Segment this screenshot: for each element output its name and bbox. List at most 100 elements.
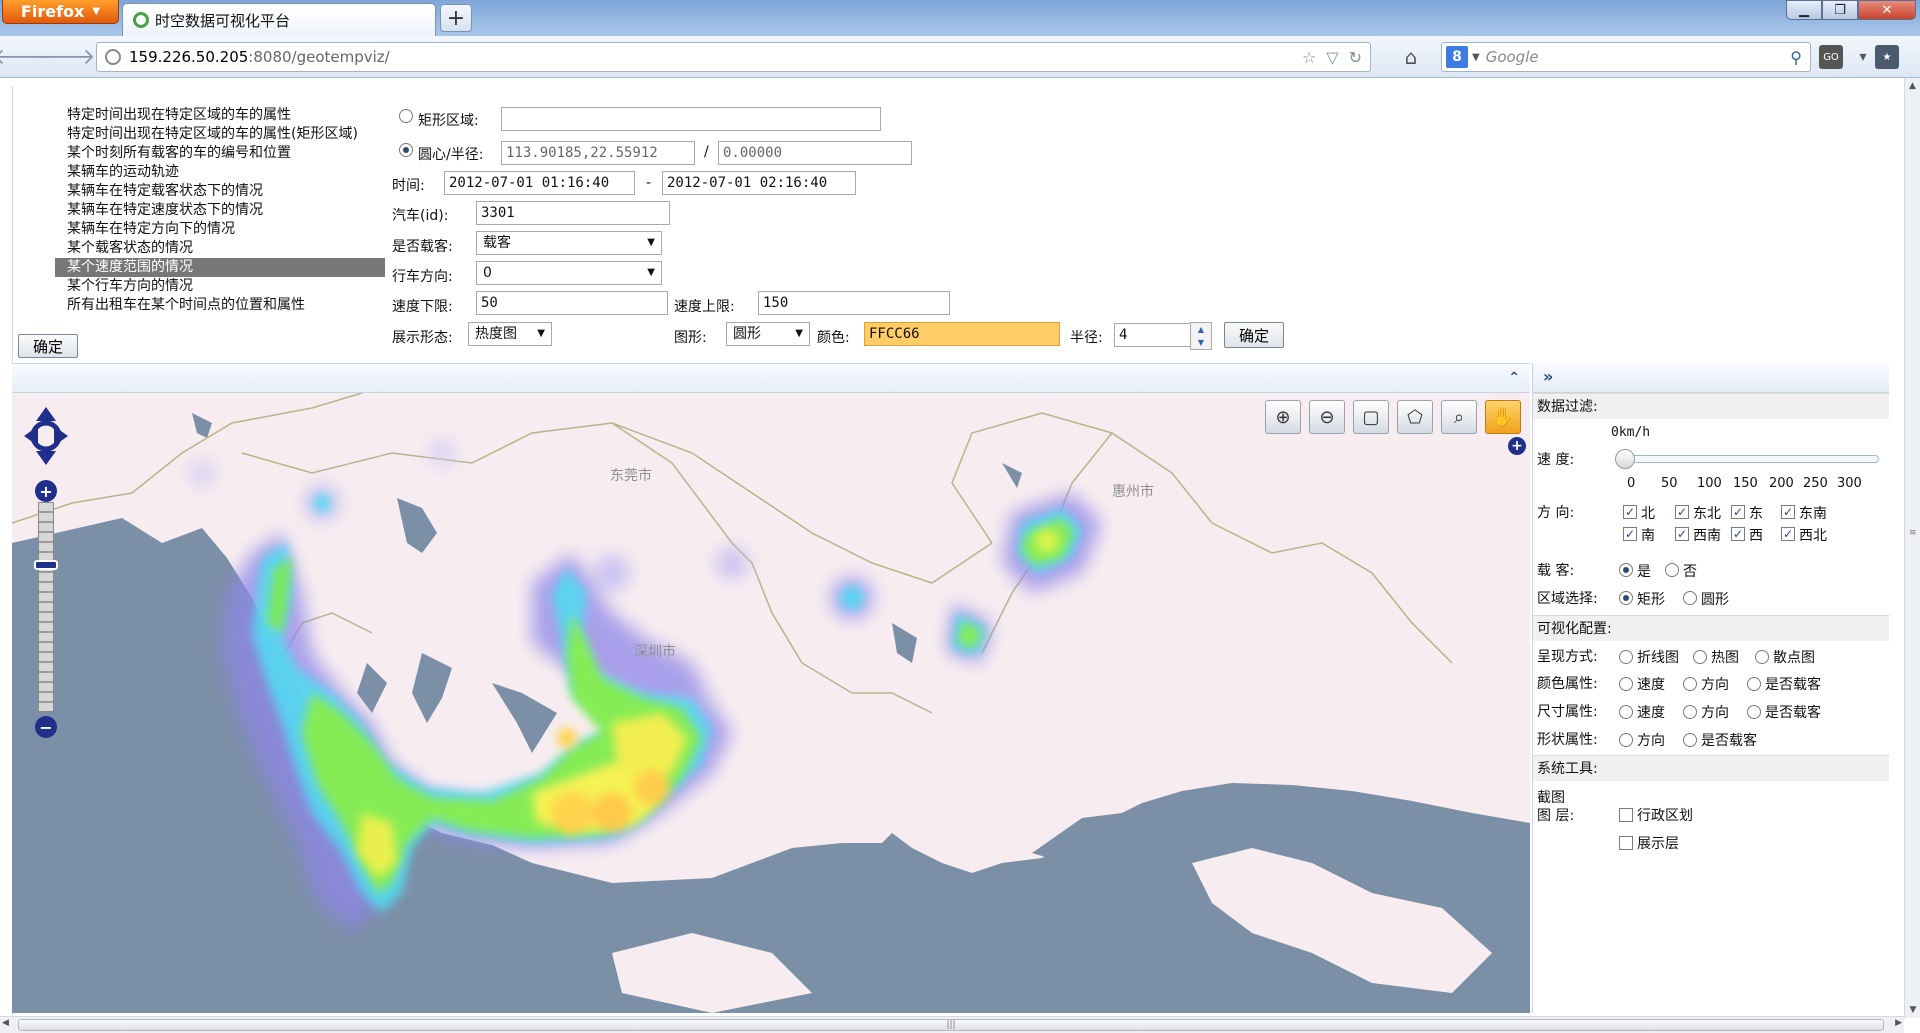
- query-list-item[interactable]: 特定时间出现在特定区域的车的属性(矩形区域): [55, 125, 385, 144]
- bookmark-star-icon[interactable]: ☆: [1302, 48, 1316, 67]
- car-id-input[interactable]: 3301: [476, 201, 670, 225]
- region-rect-radio[interactable]: [1619, 591, 1633, 605]
- rect-region-radio[interactable]: [399, 109, 413, 123]
- rect-region-input[interactable]: [501, 107, 881, 131]
- color-input[interactable]: FFCC66: [864, 322, 1060, 346]
- query-list-item[interactable]: 某个时刻所有载客的车的编号和位置: [55, 144, 385, 163]
- direction-select[interactable]: 0 ▼: [476, 261, 662, 285]
- circle-center-input[interactable]: 113.90185,22.55912: [501, 141, 695, 165]
- scroll-right-icon[interactable]: ▶: [1895, 1018, 1902, 1028]
- scroll-left-icon[interactable]: ◀: [2, 1018, 9, 1028]
- back-arrow-icon[interactable]: 🡐: [0, 44, 52, 70]
- radius-spinner[interactable]: ▲ ▼: [1190, 322, 1212, 350]
- vertical-scrollbar[interactable]: ▲ ≡ ▼: [1904, 78, 1920, 1018]
- direction-checkbox[interactable]: ✓: [1623, 505, 1637, 519]
- direction-checkbox[interactable]: ✓: [1781, 505, 1795, 519]
- carry-no-radio[interactable]: [1665, 563, 1679, 577]
- query-list-item[interactable]: 特定时间出现在特定区域的车的属性: [55, 106, 385, 125]
- layer-switcher-plus-icon[interactable]: +: [1508, 437, 1526, 455]
- shape-select[interactable]: 圆形 ▼: [726, 322, 810, 346]
- size-attr-opts-radio[interactable]: [1683, 705, 1697, 719]
- rectangle-select-tool-icon[interactable]: ▢: [1353, 400, 1389, 434]
- speed-min-input[interactable]: 50: [476, 291, 668, 315]
- speed-slider-handle[interactable]: [1615, 449, 1635, 469]
- search-bar[interactable]: 8 ▼ Google ⚲: [1441, 42, 1811, 72]
- carry-yes-radio[interactable]: [1619, 563, 1633, 577]
- heatmap-map[interactable]: 东莞市 惠州市 深圳市: [12, 393, 1530, 1013]
- color-attr-opts-radio[interactable]: [1683, 677, 1697, 691]
- search-engine-icon[interactable]: 8: [1446, 46, 1468, 68]
- query-confirm-button[interactable]: 确定: [18, 334, 78, 358]
- bookmarks-menu-icon[interactable]: ★: [1875, 45, 1899, 69]
- minimize-button[interactable]: ▁: [1786, 0, 1822, 20]
- search-icon[interactable]: ⚲: [1790, 48, 1802, 67]
- render-opts-radio[interactable]: [1619, 650, 1633, 664]
- reload-icon[interactable]: ↻: [1349, 48, 1362, 67]
- collapse-up-icon[interactable]: ⌃: [1508, 370, 1520, 386]
- direction-checkbox[interactable]: ✓: [1781, 527, 1795, 541]
- circle-region-radio[interactable]: [399, 143, 413, 157]
- query-list-item[interactable]: 某个行车方向的情况: [55, 277, 385, 296]
- apply-confirm-button[interactable]: 确定: [1224, 322, 1284, 348]
- query-list-item[interactable]: 某辆车的运动轨迹: [55, 163, 385, 182]
- scroll-down-icon[interactable]: ▼: [1905, 1002, 1920, 1018]
- firefox-menu-button[interactable]: Firefox ▼: [2, 0, 119, 24]
- horizontal-scrollbar[interactable]: ◀ ||| ▶: [0, 1016, 1904, 1033]
- size-attr-opts-radio[interactable]: [1747, 705, 1761, 719]
- addon-button[interactable]: GO: [1819, 45, 1843, 69]
- pan-hand-tool-icon[interactable]: ✋: [1485, 400, 1521, 434]
- render-opts-radio[interactable]: [1693, 650, 1707, 664]
- direction-checkbox[interactable]: ✓: [1731, 505, 1745, 519]
- query-list-item[interactable]: 某个速度范围的情况: [55, 258, 385, 277]
- pan-control-icon[interactable]: [22, 405, 70, 467]
- query-list-item[interactable]: 某辆车在特定载客状态下的情况: [55, 182, 385, 201]
- new-tab-button[interactable]: +: [440, 4, 472, 32]
- speed-slider-track[interactable]: [1623, 455, 1879, 463]
- display-mode-select[interactable]: 热度图 ▼: [468, 322, 552, 346]
- shape-attr-opts-radio[interactable]: [1683, 733, 1697, 747]
- spin-up-icon[interactable]: ▲: [1191, 323, 1211, 336]
- home-icon[interactable]: ⌂: [1397, 44, 1425, 70]
- forward-arrow-icon[interactable]: 🡒: [37, 44, 96, 70]
- query-list-item[interactable]: 某辆车在特定速度状态下的情况: [55, 201, 385, 220]
- polygon-select-tool-icon[interactable]: ⬠: [1397, 400, 1433, 434]
- zoom-slider-handle[interactable]: [34, 560, 58, 570]
- screenshot-tool[interactable]: 截图: [1537, 787, 1565, 807]
- double-chevron-right-icon[interactable]: »: [1543, 367, 1553, 386]
- color-attr-opts-radio[interactable]: [1619, 677, 1633, 691]
- layer-checkbox[interactable]: [1619, 836, 1633, 850]
- url-bar[interactable]: 159.226.50.205:8080/geotempviz/ ☆ ▽ ↻: [96, 42, 1371, 72]
- layer-checkbox[interactable]: [1619, 808, 1633, 822]
- region-circle-radio[interactable]: [1683, 591, 1697, 605]
- zoom-minus-icon[interactable]: −: [35, 716, 57, 738]
- radius-number-input[interactable]: 4: [1114, 323, 1196, 347]
- zoom-in-tool-icon[interactable]: ⊕: [1265, 400, 1301, 434]
- close-window-button[interactable]: ✕: [1858, 0, 1916, 20]
- chevron-down-icon[interactable]: ▾: [1851, 45, 1875, 69]
- carrying-select[interactable]: 载客 ▼: [476, 231, 662, 255]
- size-attr-opts-radio[interactable]: [1619, 705, 1633, 719]
- query-list-item[interactable]: 所有出租车在某个时间点的位置和属性: [55, 296, 385, 315]
- zoom-slider-track[interactable]: [38, 502, 54, 712]
- zoom-to-extent-tool-icon[interactable]: ⌕: [1441, 400, 1477, 434]
- browser-tab[interactable]: 时空数据可视化平台: [122, 3, 436, 36]
- scroll-up-icon[interactable]: ▲: [1905, 78, 1920, 94]
- history-dropdown-icon[interactable]: ▽: [1326, 48, 1338, 67]
- speed-max-input[interactable]: 150: [758, 291, 950, 315]
- circle-radius-input[interactable]: 0.00000: [718, 141, 912, 165]
- spin-down-icon[interactable]: ▼: [1191, 336, 1211, 349]
- direction-checkbox[interactable]: ✓: [1675, 505, 1689, 519]
- zoom-plus-icon[interactable]: +: [35, 480, 57, 502]
- direction-checkbox[interactable]: ✓: [1675, 527, 1689, 541]
- chevron-down-icon[interactable]: ▼: [1472, 52, 1480, 63]
- time-end-input[interactable]: 2012-07-01 02:16:40: [662, 171, 856, 195]
- shape-attr-opts-radio[interactable]: [1619, 733, 1633, 747]
- horizontal-scroll-thumb[interactable]: |||: [18, 1019, 1884, 1031]
- query-list-item[interactable]: 某个载客状态的情况: [55, 239, 385, 258]
- zoom-out-tool-icon[interactable]: ⊖: [1309, 400, 1345, 434]
- direction-checkbox[interactable]: ✓: [1731, 527, 1745, 541]
- maximize-button[interactable]: ❐: [1822, 0, 1858, 20]
- direction-checkbox[interactable]: ✓: [1623, 527, 1637, 541]
- color-attr-opts-radio[interactable]: [1747, 677, 1761, 691]
- site-identity-icon[interactable]: [105, 49, 121, 65]
